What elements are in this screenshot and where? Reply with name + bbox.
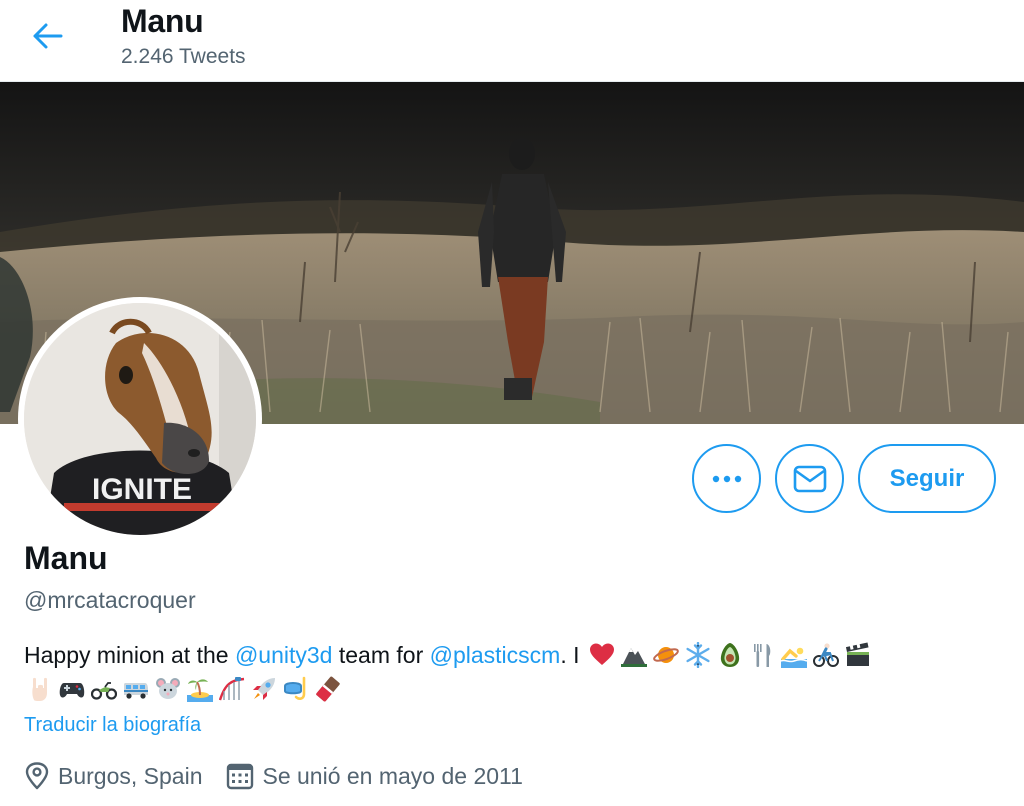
profile-handle: @mrcatacroquer	[24, 587, 196, 613]
snowflake-icon	[686, 642, 710, 668]
clapper-board-icon	[845, 642, 869, 666]
planet-icon	[653, 647, 679, 663]
tweet-count: 2.246 Tweets	[121, 45, 246, 68]
location-pin-icon	[25, 762, 49, 790]
profile-avatar[interactable]: IGNITE	[18, 297, 262, 541]
arrow-left-icon	[33, 23, 63, 49]
location-text: Burgos, Spain	[58, 762, 203, 789]
join-date: Se unió en mayo de 2011	[226, 762, 523, 790]
profile-bio: Happy minion at the @unity3d team for @p…	[24, 638, 1004, 706]
more-button[interactable]	[692, 444, 761, 513]
swimmer-icon	[780, 647, 807, 668]
motorcycle-icon	[91, 682, 117, 700]
more-icon	[712, 475, 741, 482]
profile-meta: Burgos, Spain Se unió en mayo de 2011	[24, 762, 547, 790]
roller-coaster-icon	[219, 677, 245, 701]
avatar-image: IGNITE	[24, 303, 256, 535]
fork-knife-icon	[753, 644, 771, 667]
mention-plasticscm-link[interactable]: @plasticscm	[430, 642, 561, 668]
bio-text: team for	[332, 642, 430, 668]
translate-bio-link[interactable]: Traducir la biografía	[24, 714, 201, 737]
bio-text: Happy minion at the	[24, 642, 235, 668]
join-date-text: Se unió en mayo de 2011	[262, 762, 523, 789]
minibus-icon	[124, 683, 148, 699]
chocolate-bar-icon	[316, 676, 340, 702]
location: Burgos, Spain	[24, 762, 202, 790]
profile-actions: Seguir	[692, 444, 996, 513]
avocado-icon	[720, 643, 740, 667]
message-button[interactable]	[775, 444, 844, 513]
cyclist-icon	[812, 643, 839, 667]
profile-name: Manu	[24, 540, 108, 576]
game-controller-icon	[59, 683, 85, 698]
back-button[interactable]	[22, 13, 74, 59]
mountain-icon	[620, 648, 647, 667]
mention-unity3d-link[interactable]: @unity3d	[235, 642, 333, 668]
island-icon	[187, 679, 213, 702]
heart-icon	[589, 643, 614, 665]
avatar-shirt-text: IGNITE	[92, 473, 192, 506]
mail-icon	[793, 465, 826, 492]
calendar-icon	[227, 763, 254, 790]
rock-hand-icon	[32, 677, 47, 701]
bio-text: . I	[560, 642, 586, 668]
mouse-icon	[156, 678, 180, 699]
header-title: Manu	[121, 3, 204, 39]
follow-button[interactable]: Seguir	[858, 444, 996, 513]
profile-header-bar: Manu 2.246 Tweets	[0, 0, 1024, 82]
snorkel-mask-icon	[284, 676, 306, 700]
rocket-icon	[253, 678, 275, 700]
